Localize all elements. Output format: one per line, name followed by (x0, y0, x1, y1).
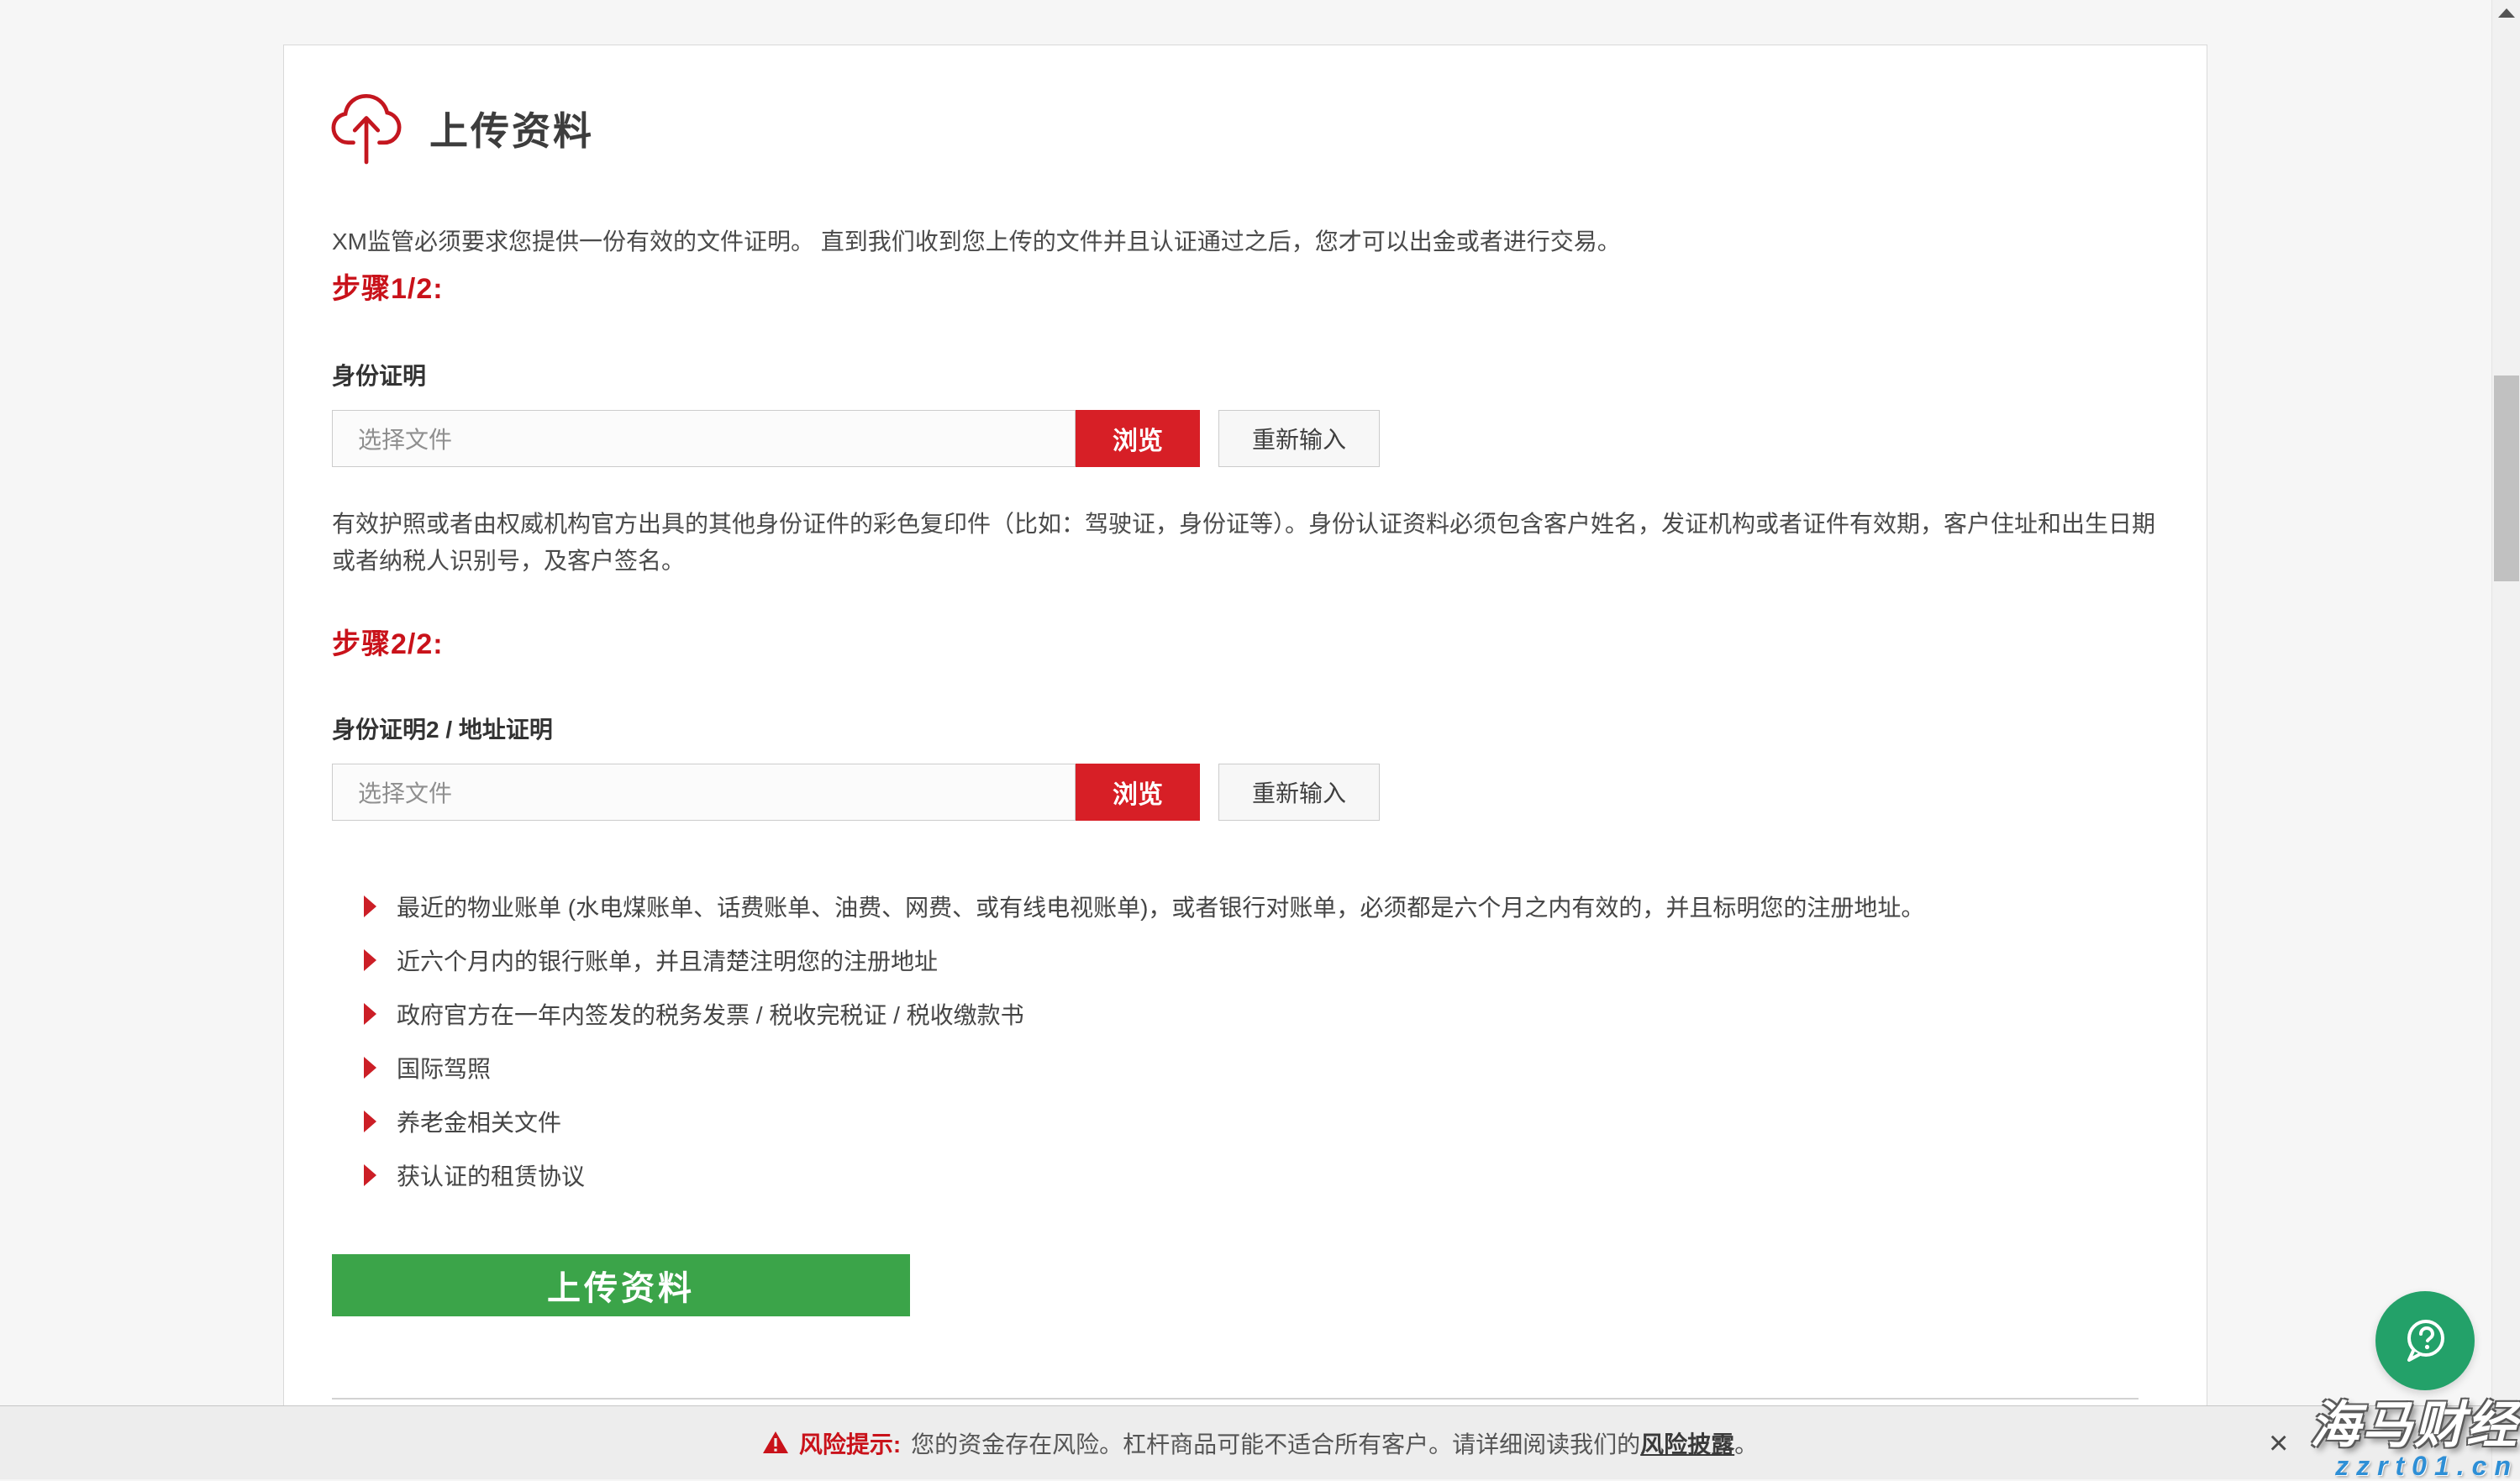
right-triangle-icon (364, 1164, 376, 1186)
accepted-document-text: 获认证的租赁协议 (397, 1158, 585, 1192)
step-1-heading: 步骤1/2: (332, 265, 444, 307)
risk-disclosure-link[interactable]: 风险披露 (1640, 1431, 1734, 1457)
list-item: 国际驾照 (364, 1051, 491, 1084)
identity-proof-note: 有效护照或者由权威机构官方出具的其他身份证件的彩色复印件（比如：驾驶证，身份证等… (332, 506, 2172, 580)
divider (332, 1398, 2139, 1400)
identity-proof-browse-button[interactable]: 浏览 (1076, 410, 1200, 467)
right-triangle-icon (364, 895, 376, 917)
watermark: 海马财经 zzrt01.cn (2310, 1400, 2518, 1479)
identity-proof-file-row: 选择文件 浏览 重新输入 (332, 410, 1380, 467)
identity-proof-label: 身份证明 (332, 358, 426, 391)
right-triangle-icon (364, 1057, 376, 1079)
accepted-document-text: 政府官方在一年内签发的税务发票 / 税收完税证 / 税收缴款书 (397, 997, 1024, 1031)
list-item: 近六个月内的银行账单，并且清楚注明您的注册地址 (364, 943, 938, 977)
risk-warning-content: 风险提示: 您的资金存在风险。杠杆商品可能不适合所有客户。请详细阅读我们的风险披… (762, 1426, 1758, 1460)
accepted-document-text: 近六个月内的银行账单，并且清楚注明您的注册地址 (397, 943, 938, 977)
close-icon[interactable]: × (2269, 1406, 2288, 1480)
list-item: 获认证的租赁协议 (364, 1158, 585, 1192)
watermark-brand: 海马财经 (2310, 1400, 2518, 1451)
address-proof-file-row: 选择文件 浏览 重新输入 (332, 764, 1380, 821)
list-item: 政府官方在一年内签发的税务发票 / 税收完税证 / 税收缴款书 (364, 997, 1024, 1031)
help-chat-button[interactable] (2375, 1291, 2475, 1390)
page-title: 上传资料 (429, 101, 594, 156)
address-proof-label: 身份证明2 / 地址证明 (332, 712, 553, 745)
regulation-description: XM监管必须要求您提供一份有效的文件证明。 直到我们收到您上传的文件并且认证通过… (332, 223, 1621, 257)
risk-warning-label: 风险提示: (799, 1426, 901, 1460)
address-proof-reset-button[interactable]: 重新输入 (1218, 764, 1380, 821)
scrollbar-thumb[interactable] (2494, 376, 2519, 581)
risk-warning-bar: 风险提示: 您的资金存在风险。杠杆商品可能不适合所有客户。请详细阅读我们的风险披… (0, 1405, 2520, 1479)
accepted-document-text: 最近的物业账单 (水电煤账单、话费账单、油费、网费、或有线电视账单)，或者银行对… (397, 890, 1924, 923)
warning-triangle-icon (762, 1431, 789, 1455)
identity-proof-file-input[interactable]: 选择文件 (332, 410, 1076, 467)
question-chat-icon (2396, 1312, 2454, 1369)
card-header: 上传资料 (330, 87, 594, 169)
right-triangle-icon (364, 1003, 376, 1025)
accepted-document-text: 国际驾照 (397, 1051, 491, 1084)
address-proof-browse-button[interactable]: 浏览 (1076, 764, 1200, 821)
right-triangle-icon (364, 1111, 376, 1132)
step-2-heading: 步骤2/2: (332, 621, 444, 662)
risk-warning-text: 您的资金存在风险。杠杆商品可能不适合所有客户。请详细阅读我们的风险披露。 (911, 1426, 1758, 1460)
list-item: 养老金相关文件 (364, 1105, 561, 1138)
cloud-upload-icon (330, 87, 402, 169)
identity-proof-reset-button[interactable]: 重新输入 (1218, 410, 1380, 467)
upload-documents-card: 上传资料 XM监管必须要求您提供一份有效的文件证明。 直到我们收到您上传的文件并… (283, 45, 2207, 1405)
watermark-url: zzrt01.cn (2310, 1452, 2518, 1479)
right-triangle-icon (364, 949, 376, 971)
upload-documents-button[interactable]: 上传资料 (332, 1254, 910, 1316)
list-item: 最近的物业账单 (水电煤账单、话费账单、油费、网费、或有线电视账单)，或者银行对… (364, 890, 1924, 923)
up-arrow-icon[interactable] (2498, 8, 2515, 18)
accepted-document-text: 养老金相关文件 (397, 1105, 561, 1138)
scrollbar[interactable] (2491, 0, 2520, 1479)
address-proof-file-input[interactable]: 选择文件 (332, 764, 1076, 821)
